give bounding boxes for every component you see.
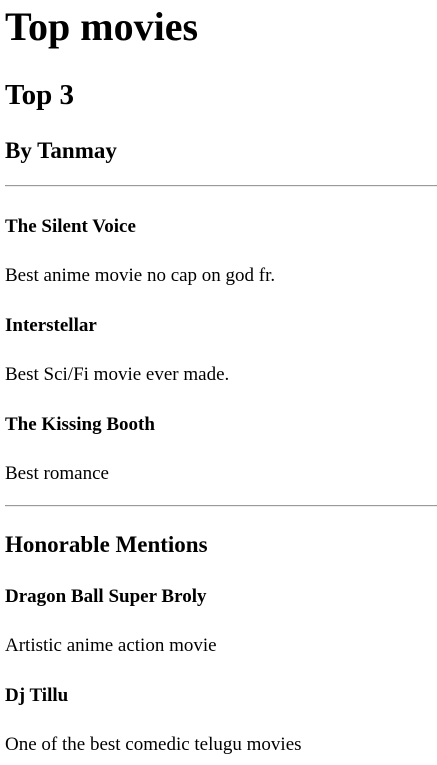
movie-description: Artistic anime action movie	[5, 635, 217, 656]
divider-top	[5, 185, 437, 187]
movie-description: Best Sci/Fi movie ever made.	[5, 364, 230, 385]
movie-title: The Silent Voice	[5, 216, 136, 237]
movie-title: Dj Tillu	[5, 685, 69, 706]
movie-description: Best anime movie no cap on god fr.	[5, 265, 276, 286]
movie-title: The Kissing Booth	[5, 414, 155, 435]
divider-mid	[5, 505, 437, 507]
movie-title: Interstellar	[5, 315, 97, 336]
author-line: By Tanmay	[5, 138, 117, 163]
movie-title: Dragon Ball Super Broly	[5, 586, 207, 607]
page-title: Top movies	[5, 4, 199, 49]
honorable-mentions-heading: Honorable Mentions	[5, 532, 208, 557]
movie-description: Best romance	[5, 463, 109, 484]
page-subtitle: Top 3	[5, 79, 75, 111]
movie-description: One of the best comedic telugu movies	[5, 734, 302, 755]
